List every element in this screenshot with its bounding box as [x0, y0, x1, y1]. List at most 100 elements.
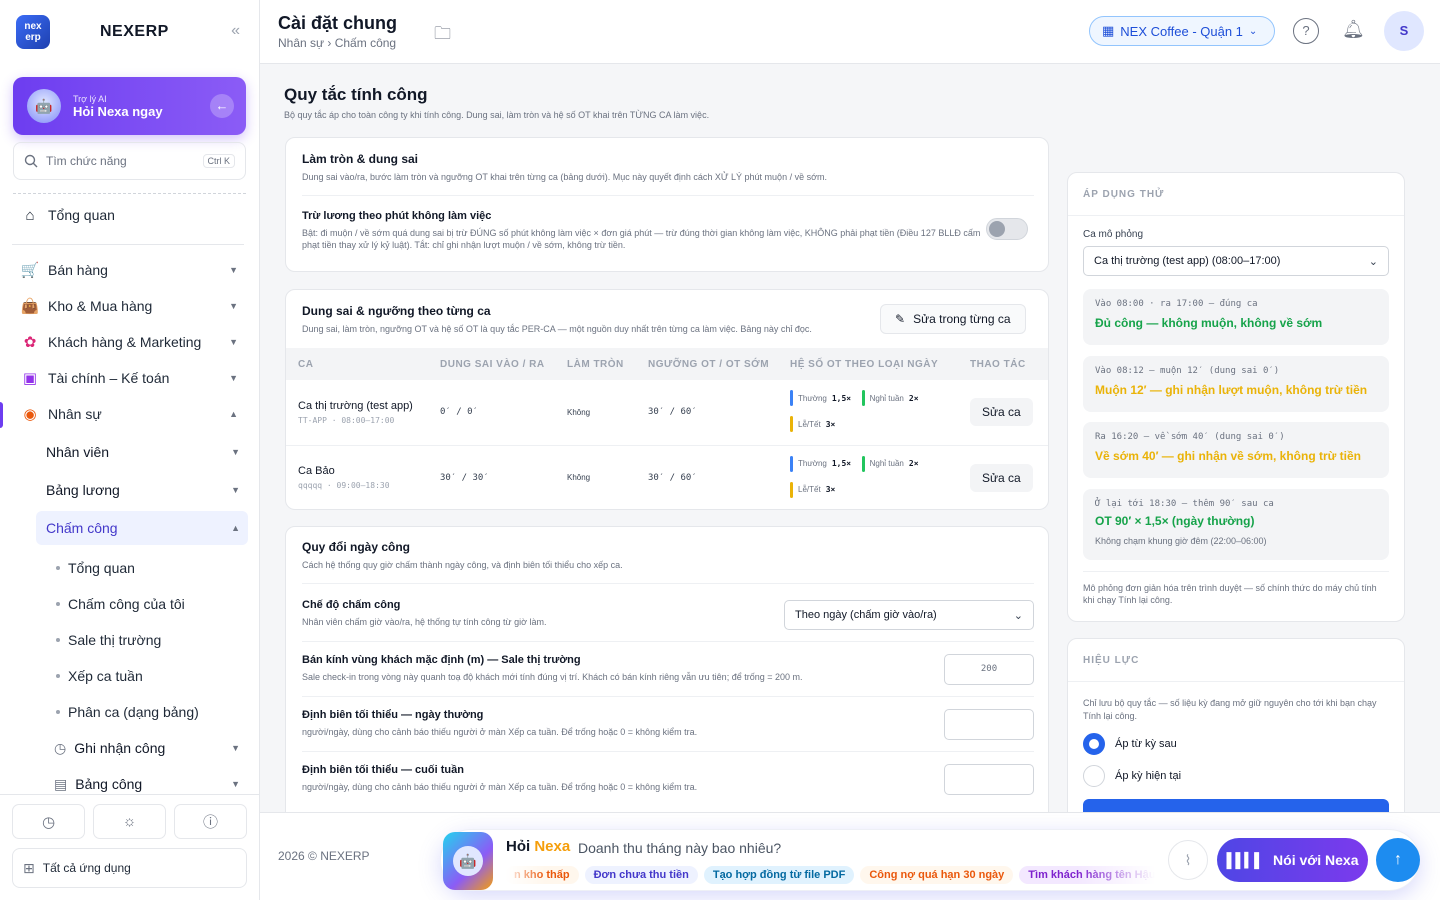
- divider: [1068, 215, 1404, 216]
- min-weekday-input[interactable]: [944, 709, 1034, 740]
- nav-shift-table[interactable]: Phân ca (dạng bảng): [56, 697, 199, 727]
- divider: [1083, 571, 1389, 572]
- nav-finance[interactable]: ▣ Tài chính – Kế toán ▼: [12, 361, 248, 395]
- nav-timesheet-label: Bảng công: [75, 776, 143, 792]
- user-avatar[interactable]: S: [1384, 11, 1424, 51]
- nav-attendance[interactable]: Chấm công ▲: [36, 511, 248, 545]
- arrow-left-icon[interactable]: ←: [210, 94, 234, 118]
- suggestion-chip[interactable]: Công nợ quá hạn 30 ngày: [860, 866, 1014, 884]
- nav-payroll[interactable]: Bảng lương ▼: [36, 473, 248, 507]
- nav-overview[interactable]: ⌂ Tổng quan: [12, 198, 248, 232]
- nav-field-sales[interactable]: Sale thị trường: [56, 625, 161, 655]
- attendance-mode-select[interactable]: Theo ngày (chấm giờ vào/ra) ⌄: [784, 600, 1034, 630]
- help-icon[interactable]: ?: [1293, 18, 1319, 44]
- folder-icon[interactable]: 🗀: [434, 21, 451, 50]
- bell-icon[interactable]: 🔔︎: [1342, 19, 1365, 40]
- suggestion-chip[interactable]: Tìm khách hàng tên Hậu: [1019, 866, 1155, 884]
- all-apps-button[interactable]: ⊞ Tất cả ứng dụng: [12, 848, 247, 888]
- min-weekend-input[interactable]: [944, 764, 1034, 795]
- nav-weekly-shifts[interactable]: Xếp ca tuần: [56, 661, 143, 691]
- radio-selected[interactable]: [1083, 733, 1105, 755]
- search-shortcut: Ctrl K: [202, 154, 235, 168]
- nav-attendance-overview[interactable]: Tổng quan: [56, 553, 135, 583]
- nav-hr[interactable]: ◉ Nhân sự ▲: [12, 397, 248, 431]
- clock-icon: ◷: [54, 739, 67, 756]
- shift-name: Ca thị trường (test app): [298, 399, 413, 412]
- nav-leaf-label: Xếp ca tuần: [68, 668, 143, 684]
- theme-button[interactable]: ☼: [93, 804, 166, 839]
- ai-assistant-card[interactable]: 🤖 Trợ lý AI Hỏi Nexa ngay ←: [13, 77, 246, 135]
- nexa-assistant-bar[interactable]: 🤖 Hỏi Nexa Doanh thu tháng này bao nhiêu…: [440, 829, 1420, 891]
- nav-my-attendance[interactable]: Chấm công của tôi: [56, 589, 185, 619]
- edit-shift-button[interactable]: Sửa ca: [970, 398, 1033, 427]
- nexa-prompt-input[interactable]: Doanh thu tháng này bao nhiêu?: [578, 840, 781, 856]
- sim-case-input: Vào 08:12 — muộn 12′ (dung sai 0′): [1095, 366, 1280, 376]
- sim-case-result: OT 90′ × 1,5× (ngày thường): [1095, 514, 1255, 528]
- history-button[interactable]: ◷: [12, 804, 85, 839]
- feature-search[interactable]: Tìm chức năng Ctrl K: [13, 142, 246, 180]
- store-icon: ▦: [1102, 23, 1115, 38]
- paperclip-icon[interactable]: ⌇: [1168, 840, 1208, 880]
- bag-icon: 👜: [20, 298, 40, 315]
- collapse-sidebar-icon[interactable]: «: [231, 22, 240, 40]
- shift-name: Ca Bảo: [298, 465, 335, 477]
- attendance-mode-value: Theo ngày (chấm giờ vào/ra): [795, 609, 937, 621]
- nav-record-work[interactable]: ◷ Ghi nhận công ▼: [46, 731, 248, 765]
- sim-case-input: Ở lại tới 18:30 — thêm 90′ sau ca: [1095, 499, 1274, 509]
- alert-button[interactable]: ⓘ: [174, 804, 247, 839]
- trial-note: Mô phỏng đơn giản hóa trên trình duyệt —…: [1083, 583, 1377, 605]
- document-icon: ▤: [54, 775, 68, 792]
- nav-leaf-label: Chấm công của tôi: [68, 596, 185, 612]
- radio-apply-current[interactable]: Áp kỳ hiện tại: [1083, 765, 1181, 787]
- sim-case-input: Ra 16:20 — về sớm 40′ (dung sai 0′): [1095, 432, 1285, 442]
- bullet: [56, 566, 60, 570]
- nav-employees-label: Nhân viên: [46, 444, 110, 460]
- talk-label: Nói với Nexa: [1273, 852, 1359, 868]
- table-row: Ca Bảo qqqqq · 09:00–18:30 30′ / 30′ Khôn…: [286, 445, 1048, 509]
- sim-case: Vào 08:00 · ra 17:00 — đúng ca Đủ công —…: [1083, 289, 1389, 345]
- talk-to-nexa-button[interactable]: ▌▌▍▌ Nói với Nexa: [1217, 838, 1368, 882]
- home-icon: ⌂: [25, 206, 35, 224]
- radius-title: Bán kính vùng khách mặc định (m) — Sale …: [302, 654, 581, 666]
- sim-shift-select[interactable]: Ca thị trường (test app) (08:00–17:00) ⌄: [1083, 246, 1389, 276]
- shift-table: CA DUNG SAI VÀO / RA LÀM TRÒN NGƯỠNG OT …: [286, 348, 1048, 509]
- app-logo[interactable]: nex erp: [16, 15, 50, 49]
- swatch: [790, 416, 793, 433]
- edit-in-shift-button[interactable]: ✎ Sửa trong từng ca: [880, 304, 1026, 334]
- coef-value: 2×: [908, 393, 919, 403]
- bullet: [56, 710, 60, 714]
- search-input[interactable]: Tìm chức năng: [46, 154, 127, 168]
- edit-shift-button[interactable]: Sửa ca: [970, 463, 1033, 492]
- breadcrumb[interactable]: Nhân sự › Chấm công: [278, 36, 396, 50]
- branch-selector[interactable]: ▦ NEX Coffee - Quận 1 ⌄: [1089, 16, 1275, 46]
- send-arrow-icon[interactable]: ↑: [1376, 838, 1420, 882]
- ai-cta: Hỏi Nexa ngay: [73, 103, 163, 119]
- divider: [1068, 681, 1404, 682]
- robot-icon: 🤖: [453, 846, 483, 876]
- effect-label: HIỆU LỰC: [1083, 655, 1140, 666]
- nav-employees[interactable]: Nhân viên ▼: [36, 435, 248, 469]
- radio-unselected[interactable]: [1083, 765, 1105, 787]
- effect-desc: Chỉ lưu bộ quy tắc — số liệu kỳ đang mở …: [1083, 698, 1377, 721]
- sim-case-result: Muộn 12′ — ghi nhận lượt muộn, không trừ…: [1095, 383, 1368, 397]
- chevron-down-icon: ▼: [229, 265, 238, 275]
- person-icon: ◉: [23, 406, 37, 423]
- shift-ot: 30′ / 60′: [636, 380, 778, 446]
- coef-weekday: Thường 1,5×: [790, 455, 851, 472]
- coef-value: 3×: [825, 419, 836, 429]
- nav-inventory[interactable]: 👜 Kho & Mua hàng ▼: [12, 289, 248, 323]
- nav-crm[interactable]: ✿ Khách hàng & Marketing ▼: [12, 325, 248, 359]
- shift-rounding: Không: [555, 445, 636, 509]
- radio-apply-next[interactable]: Áp từ kỳ sau: [1083, 733, 1177, 755]
- chevron-down-icon: ▼: [229, 301, 238, 311]
- radio-label: Áp kỳ hiện tại: [1115, 770, 1182, 782]
- suggestion-chip[interactable]: Đơn chưa thu tiền: [584, 866, 698, 884]
- radius-input[interactable]: 200: [944, 654, 1034, 685]
- chevron-down-icon: ⌄: [1248, 25, 1258, 37]
- nav-timesheet[interactable]: ▤ Bảng công ▼: [46, 767, 248, 801]
- nav-sales[interactable]: 🛒 Bán hàng ▼: [12, 253, 248, 287]
- suggestion-chip[interactable]: Tạo hợp đồng từ file PDF: [703, 866, 855, 884]
- sim-case: Ra 16:20 — về sớm 40′ (dung sai 0′) Về s…: [1083, 422, 1389, 478]
- suggestion-chip[interactable]: n kho thấp: [505, 866, 579, 884]
- deduct-toggle[interactable]: [986, 218, 1028, 240]
